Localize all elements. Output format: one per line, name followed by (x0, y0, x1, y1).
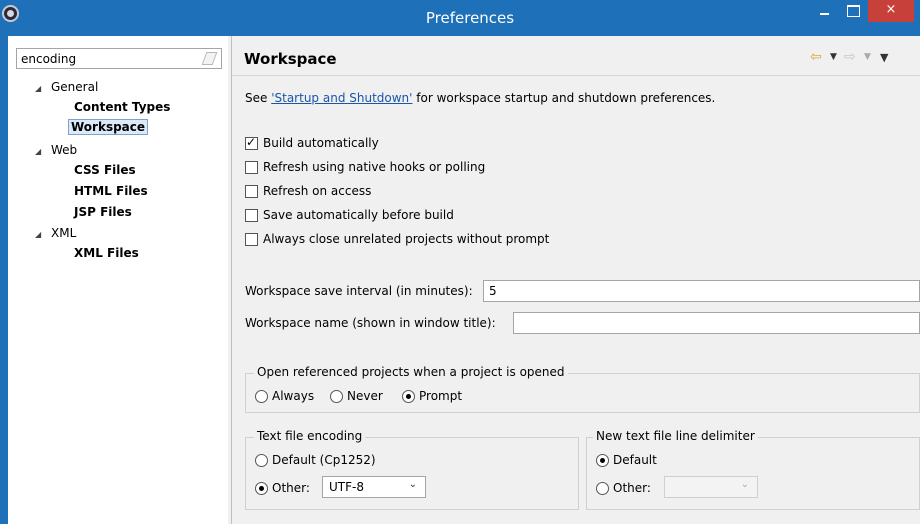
build-automatically-label[interactable]: Build automatically (263, 136, 379, 150)
expand-arrow-icon[interactable]: ◢ (35, 147, 41, 156)
forward-arrow-icon[interactable]: ⇨ (844, 49, 856, 65)
view-menu-icon[interactable]: ▼ (880, 51, 888, 64)
tree-item-content-types[interactable]: Content Types (74, 100, 170, 114)
startup-shutdown-link[interactable]: 'Startup and Shutdown' (271, 91, 412, 105)
save-interval-input[interactable] (483, 280, 920, 302)
close-unrelated-projects-label[interactable]: Always close unrelated projects without … (263, 232, 549, 246)
workspace-name-label: Workspace name (shown in window title): (245, 316, 496, 330)
tree-item-web[interactable]: Web (51, 143, 77, 157)
always-radio[interactable] (255, 390, 268, 403)
encoding-other-label[interactable]: Other: (272, 481, 310, 495)
encoding-default-radio[interactable] (255, 454, 268, 467)
refresh-native-hooks-label[interactable]: Refresh using native hooks or polling (263, 160, 485, 174)
tree-item-general[interactable]: General (51, 80, 98, 94)
prompt-radio[interactable] (402, 390, 415, 403)
chevron-down-icon: ⌄ (408, 479, 417, 490)
expand-arrow-icon[interactable]: ◢ (35, 84, 41, 93)
back-arrow-icon[interactable]: ⇦ (810, 49, 822, 65)
save-before-build-label[interactable]: Save automatically before build (263, 208, 454, 222)
refresh-on-access-label[interactable]: Refresh on access (263, 184, 371, 198)
clear-filter-icon[interactable] (201, 52, 218, 65)
text-encoding-group (245, 437, 579, 510)
build-automatically-checkbox[interactable] (245, 135, 258, 150)
page-header: Workspace ⇦ ▼ ⇨ ▼ ▼ (232, 36, 920, 76)
tree-item-jsp-files[interactable]: JSP Files (74, 205, 132, 219)
line-delimiter-group (586, 437, 920, 510)
encoding-default-label[interactable]: Default (Cp1252) (272, 453, 376, 467)
tree-item-workspace[interactable]: Workspace (68, 119, 149, 135)
save-before-build-checkbox[interactable] (245, 209, 258, 222)
page-title: Workspace (244, 50, 337, 68)
line-delimiter-legend: New text file line delimiter (593, 429, 758, 443)
text-encoding-legend: Text file encoding (254, 429, 366, 443)
expand-arrow-icon[interactable]: ◢ (35, 230, 41, 239)
intro-text: See 'Startup and Shutdown' for workspace… (245, 91, 715, 105)
minimize-button[interactable] (811, 0, 837, 22)
encoding-select[interactable]: UTF-8 ⌄ (322, 476, 426, 498)
prompt-label[interactable]: Prompt (419, 389, 462, 403)
encoding-select-value: UTF-8 (329, 480, 364, 494)
back-dropdown-icon[interactable]: ▼ (830, 52, 837, 62)
filter-input[interactable] (17, 49, 197, 68)
close-unrelated-projects-checkbox[interactable] (245, 233, 258, 246)
always-label[interactable]: Always (272, 389, 314, 403)
delimiter-other-label[interactable]: Other: (613, 481, 651, 495)
delimiter-other-radio[interactable] (596, 482, 609, 495)
open-projects-legend: Open referenced projects when a project … (254, 365, 568, 379)
workspace-name-input[interactable] (513, 312, 920, 334)
delimiter-default-radio[interactable] (596, 454, 609, 467)
save-interval-label: Workspace save interval (in minutes): (245, 284, 473, 298)
tree-item-xml-files[interactable]: XML Files (74, 246, 139, 260)
chevron-down-icon: ⌄ (740, 479, 749, 490)
title-bar: Preferences × (0, 0, 920, 36)
tree-item-xml[interactable]: XML (51, 226, 76, 240)
encoding-other-radio[interactable] (255, 482, 268, 495)
delimiter-select[interactable]: ⌄ (664, 476, 758, 498)
intro-suffix: for workspace startup and shutdown prefe… (412, 91, 716, 105)
close-button[interactable]: × (868, 0, 914, 22)
refresh-on-access-checkbox[interactable] (245, 185, 258, 198)
window-title: Preferences (425, 9, 515, 27)
delimiter-default-label[interactable]: Default (613, 453, 657, 467)
forward-dropdown-icon[interactable]: ▼ (864, 52, 871, 62)
tree-item-html-files[interactable]: HTML Files (74, 184, 148, 198)
filter-box[interactable] (16, 48, 222, 69)
intro-prefix: See (245, 91, 272, 105)
maximize-button[interactable] (839, 0, 867, 22)
never-label[interactable]: Never (347, 389, 383, 403)
tree-item-css-files[interactable]: CSS Files (74, 163, 136, 177)
refresh-native-hooks-checkbox[interactable] (245, 161, 258, 174)
never-radio[interactable] (330, 390, 343, 403)
